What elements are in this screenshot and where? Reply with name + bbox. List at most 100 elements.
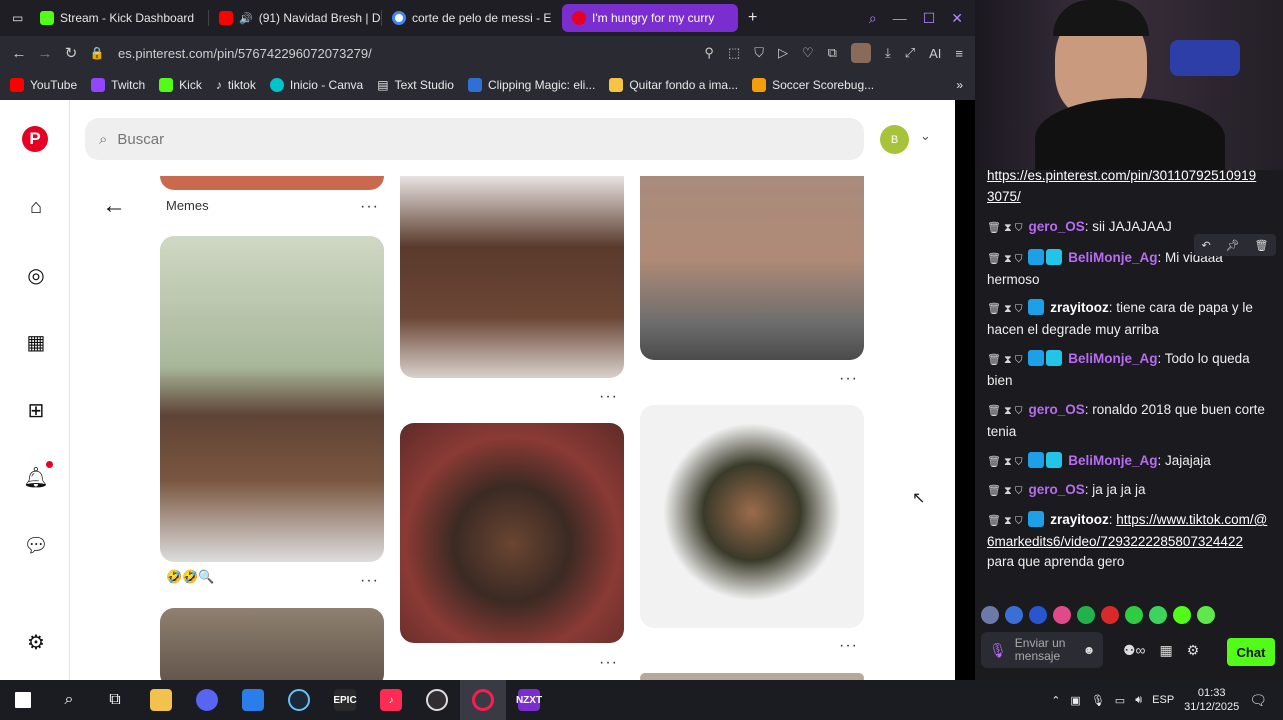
extensions-icon[interactable]: ⧉ [828, 45, 837, 61]
emoji-icon[interactable]: ☻ [1083, 643, 1096, 657]
messages-icon[interactable]: 💬︎ [22, 531, 50, 559]
bookmark-youtube[interactable]: YouTube [10, 78, 77, 92]
shield-icon[interactable]: ⛉ [754, 45, 764, 61]
tab-youtube[interactable]: 🔊 (91) Navidad Bresh | D [209, 4, 381, 32]
new-tab-button[interactable]: + [738, 4, 767, 32]
obs-icon[interactable] [414, 680, 460, 720]
ai-button[interactable]: AI [929, 46, 941, 61]
pin-message-icon[interactable]: 📌︎ [1226, 239, 1240, 252]
delete-icon[interactable]: 🗑 [1255, 239, 1269, 252]
boards-icon[interactable]: ▦ [22, 328, 50, 356]
bookmark-quitar-fondo[interactable]: Quitar fondo a ima... [609, 78, 738, 92]
avatar[interactable]: B [880, 125, 909, 154]
pin-image[interactable] [640, 176, 864, 360]
meet-now-icon[interactable]: ▣ [1070, 694, 1080, 707]
emote-icon[interactable] [1053, 606, 1071, 624]
pin-image[interactable] [160, 236, 384, 562]
tab-pinterest[interactable]: I'm hungry for my curry [562, 4, 738, 32]
download-icon[interactable]: ⤓ [885, 45, 891, 61]
pin-image[interactable] [640, 673, 864, 680]
opera-gx-icon[interactable] [460, 680, 506, 720]
back-icon[interactable]: ← [6, 45, 32, 62]
create-icon[interactable]: ⊞ [22, 396, 50, 424]
bookmark-text-studio[interactable]: ▤ Text Studio [377, 78, 454, 92]
chat-username[interactable]: zrayitooz [1050, 300, 1109, 315]
emote-icon[interactable] [1173, 606, 1191, 624]
maximize-icon[interactable]: ☐ [923, 10, 936, 27]
microphone-icon[interactable]: 🎙︎ [989, 643, 1007, 657]
more-options-button[interactable]: ··· [599, 388, 618, 406]
emote-icon[interactable] [981, 606, 999, 624]
clock[interactable]: 01:33 31/12/2025 [1184, 686, 1239, 714]
microsoft-store-icon[interactable] [230, 680, 276, 720]
notifications-icon[interactable]: 🔔︎ [22, 463, 50, 491]
chat-username[interactable]: zrayitooz [1050, 512, 1109, 527]
reply-icon[interactable]: ↶ [1201, 239, 1210, 252]
language-indicator[interactable]: ESP [1152, 694, 1174, 706]
pin-image[interactable] [400, 176, 624, 378]
easy-setup-icon[interactable]: ⤢ [905, 45, 915, 61]
epic-games-icon[interactable]: EPIC [322, 680, 368, 720]
speaker-icon[interactable]: 🔊 [239, 12, 253, 25]
more-options-button[interactable]: ··· [360, 198, 379, 216]
heart-icon[interactable]: ♡ [802, 45, 814, 61]
notifications-icon[interactable]: 🗨︎ [1249, 692, 1267, 709]
emote-icon[interactable] [1149, 606, 1167, 624]
tab-kick-dashboard[interactable]: Stream - Kick Dashboard [30, 4, 208, 32]
bookmark-soccer-scorebug[interactable]: Soccer Scorebug... [752, 78, 874, 92]
emote-icon[interactable] [1005, 606, 1023, 624]
task-view-icon[interactable]: ⧉ [92, 680, 138, 720]
pin-image[interactable] [640, 405, 864, 628]
discord-icon[interactable] [184, 680, 230, 720]
search-icon[interactable]: ⌕ [46, 680, 92, 720]
bookmark-clipping-magic[interactable]: Clipping Magic: eli... [467, 78, 595, 92]
more-options-button[interactable]: ··· [839, 370, 858, 388]
chat-username[interactable]: gero_OS [1028, 482, 1084, 497]
more-options-button[interactable]: ··· [360, 572, 379, 590]
close-icon[interactable]: ✕ [951, 10, 963, 27]
search-input[interactable]: ⌕ Buscar [85, 118, 864, 160]
lock-icon[interactable]: 🔒 [84, 46, 110, 60]
more-options-button[interactable]: ··· [839, 637, 858, 655]
more-options-button[interactable]: ··· [599, 654, 618, 672]
explore-icon[interactable]: ◎ [22, 261, 50, 289]
chat-username[interactable]: BeliMonje_Ag [1068, 453, 1157, 468]
volume-icon[interactable]: 🔊︎ [1135, 694, 1142, 707]
chat-input[interactable]: 🎙︎ Enviar un mensaje ☻ [981, 632, 1103, 668]
snapshot-icon[interactable]: ⬚ [728, 45, 740, 61]
pin-image[interactable] [160, 176, 384, 190]
emote-icon[interactable] [1077, 606, 1095, 624]
store-icon[interactable]: ▦ [1160, 642, 1173, 659]
chat-settings-icon[interactable]: ⚙ [1187, 642, 1200, 659]
emote-icon[interactable] [1125, 606, 1143, 624]
pin-image[interactable] [400, 423, 624, 643]
bookmark-twitch[interactable]: Twitch [91, 78, 145, 92]
bookmark-kick[interactable]: Kick [159, 78, 202, 92]
network-icon[interactable]: ▭ [1115, 694, 1125, 707]
bots-icon[interactable]: ⚉∞ [1123, 642, 1146, 659]
tab-google-search[interactable]: corte de pelo de messi - E [382, 4, 558, 32]
chat-username[interactable]: gero_OS [1028, 402, 1084, 417]
chevron-down-icon[interactable]: ⌄ [920, 128, 931, 144]
board-label[interactable]: Memes [166, 198, 209, 213]
pin-image[interactable] [160, 608, 384, 680]
bookmark-tiktok[interactable]: ♪ tiktok [216, 78, 256, 92]
chevron-up-icon[interactable]: ⌃ [1051, 694, 1060, 707]
menu-icon[interactable]: ≡ [955, 46, 963, 61]
chat-username[interactable]: gero_OS [1028, 219, 1084, 234]
emote-icon[interactable] [1029, 606, 1047, 624]
bookmarks-overflow-icon[interactable]: » [956, 78, 975, 92]
steam-icon[interactable] [276, 680, 322, 720]
chat-send-button[interactable]: Chat [1227, 638, 1275, 666]
chat-username[interactable]: BeliMonje_Ag [1068, 351, 1157, 366]
forward-icon[interactable]: → [32, 45, 58, 62]
tiktok-live-icon[interactable]: ♪ [368, 680, 414, 720]
sidebar-toggle-icon[interactable]: ▭ [8, 4, 30, 32]
pin-icon[interactable]: ⚲ [704, 45, 714, 61]
windows-start-icon[interactable] [0, 680, 46, 720]
emote-icon[interactable] [1101, 606, 1119, 624]
microphone-icon[interactable]: 🎙︎ [1091, 694, 1105, 707]
chat-link[interactable]: https://es.pinterest.com/pin/30110792510… [987, 168, 1256, 204]
chat-username[interactable]: BeliMonje_Ag [1068, 250, 1157, 265]
nzxt-icon[interactable]: NZXT [506, 680, 552, 720]
